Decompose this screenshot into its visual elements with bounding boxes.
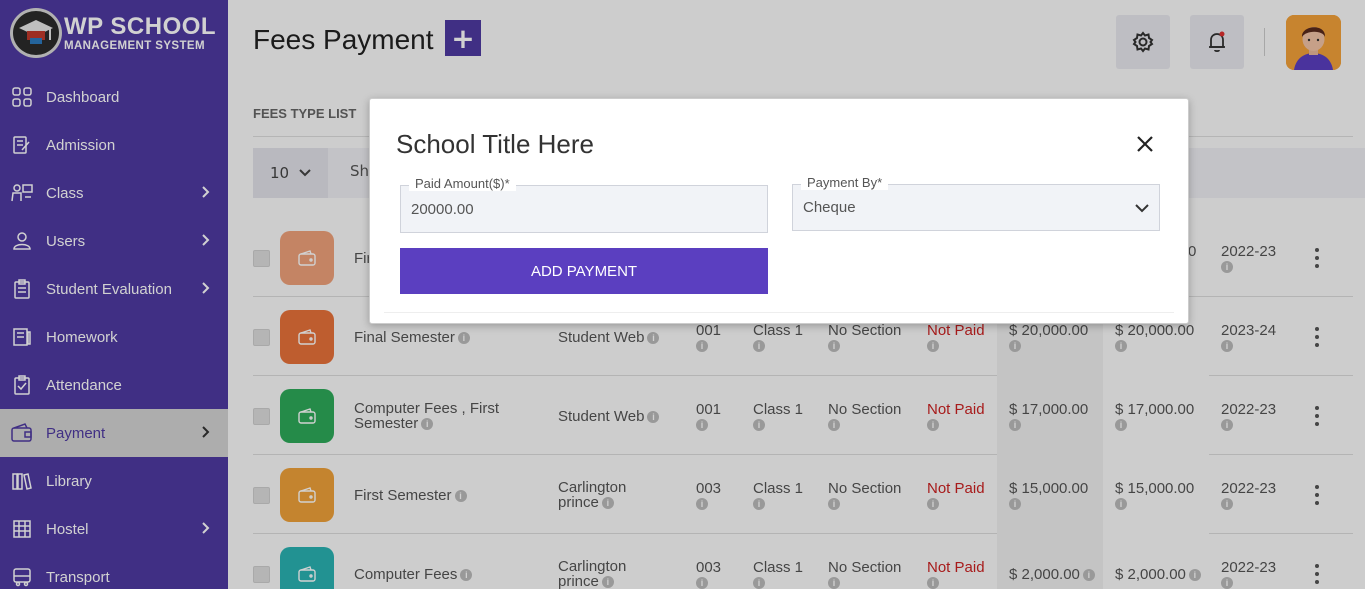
- chevron-down-icon: [1135, 204, 1149, 213]
- paid-amount-label: Paid Amount($)*: [409, 176, 516, 191]
- modal-title: School Title Here: [396, 129, 594, 159]
- modal-footer-divider: [384, 312, 1174, 313]
- add-payment-modal: School Title Here Paid Amount($)* Paymen…: [369, 98, 1189, 324]
- add-payment-button[interactable]: ADD PAYMENT: [400, 248, 768, 294]
- paid-amount-field[interactable]: Paid Amount($)*: [400, 176, 768, 233]
- payment-by-select[interactable]: Payment By* Cheque: [792, 175, 1160, 231]
- paid-amount-input[interactable]: [411, 201, 731, 218]
- close-icon[interactable]: [1136, 135, 1154, 153]
- payment-by-label: Payment By*: [801, 175, 889, 190]
- payment-by-value: Cheque: [803, 199, 856, 216]
